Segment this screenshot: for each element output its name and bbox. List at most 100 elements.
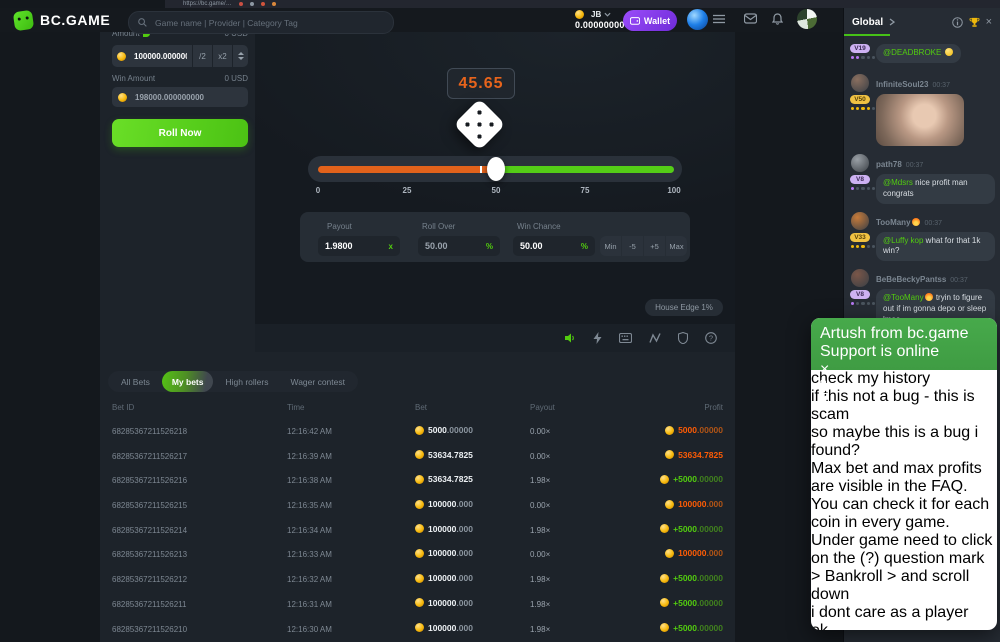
avatar[interactable] — [851, 74, 869, 92]
star-dot — [856, 56, 859, 59]
mail-icon[interactable] — [744, 13, 757, 24]
avatar[interactable] — [851, 212, 869, 230]
table-row[interactable]: 68285367211526215 12:16:35 AM 100000.000… — [100, 493, 735, 518]
chat-mention[interactable]: @Luffy kop — [883, 236, 923, 245]
volume-icon[interactable] — [564, 332, 576, 344]
chat-username[interactable]: path78 — [876, 160, 902, 169]
support-chat-header: Artush from bc.game Support is online × — [811, 318, 997, 370]
help-icon[interactable]: ? — [705, 332, 717, 344]
bet-id: 68285367211526213 — [112, 550, 187, 559]
level-stars — [851, 245, 875, 248]
trophy-icon[interactable] — [969, 17, 980, 28]
double-bet-button[interactable]: x2 — [213, 45, 232, 67]
laugh-emoji — [945, 48, 953, 56]
table-row[interactable]: 68285367211526216 12:16:38 AM 53634.7825… — [100, 468, 735, 493]
stepper-up-icon[interactable] — [238, 52, 244, 55]
coin-icon — [665, 500, 674, 509]
trends-icon[interactable] — [649, 332, 661, 344]
bet-amount-field[interactable] — [112, 45, 192, 67]
email-icon[interactable] — [820, 387, 988, 394]
bet-payout: 1.98× — [530, 526, 550, 535]
game-search[interactable] — [128, 11, 394, 34]
chat-mention[interactable]: @TooMany — [883, 293, 934, 302]
roll-result-display: 45.65 — [447, 68, 515, 99]
table-row[interactable]: 68285367211526212 12:16:32 AM 100000.000… — [100, 567, 735, 592]
chat-image-crying-baby-photo[interactable] — [876, 94, 964, 146]
user-avatar[interactable] — [687, 9, 708, 30]
browser-extension-icon[interactable] — [239, 2, 243, 6]
avatar[interactable] — [851, 269, 869, 287]
bet-profit: +5000.00000 — [660, 573, 723, 583]
tab-my-bets[interactable]: My bets — [162, 371, 214, 392]
coin-icon — [415, 524, 424, 533]
chat-mention[interactable]: @Mdsrs — [883, 178, 913, 187]
win-chance-quick-button[interactable]: Max — [666, 236, 687, 256]
avatar[interactable] — [851, 154, 869, 172]
level-stars — [851, 107, 875, 110]
tab-all-bets[interactable]: All Bets — [111, 371, 160, 392]
chat-username[interactable]: BeBeBeckyPantss — [876, 275, 946, 284]
chat-username[interactable]: TooMany — [876, 218, 921, 227]
payout-label: Payout — [327, 222, 352, 231]
bolt-icon[interactable] — [593, 332, 602, 344]
roll-now-button[interactable]: Roll Now — [112, 119, 248, 147]
bet-profit: 53634.7825 — [665, 450, 723, 460]
win-chance-quick-button[interactable]: Min — [600, 236, 621, 256]
payout-field[interactable]: x — [318, 236, 400, 256]
bet-payout: 1.98× — [530, 476, 550, 485]
bc-game-logo[interactable]: BC.GAME — [14, 11, 110, 30]
stepper-down-icon[interactable] — [238, 57, 244, 60]
browser-extension-icon[interactable] — [261, 2, 265, 6]
win-chance-input[interactable] — [520, 241, 581, 251]
chat-room-title[interactable]: Global — [852, 17, 883, 28]
roll-over-input[interactable] — [425, 241, 486, 251]
bet-id: 68285367211526215 — [112, 501, 187, 510]
browser-extension-icon[interactable] — [272, 2, 276, 6]
level-badge: V8 — [850, 290, 870, 299]
menu-icon[interactable] — [713, 14, 725, 24]
bet-amount: 100000.000 — [415, 524, 473, 534]
chat-timestamp: 00:37 — [932, 82, 950, 89]
chevron-right-icon[interactable] — [889, 18, 895, 26]
info-icon[interactable] — [952, 17, 963, 28]
wallet-button[interactable]: Wallet — [623, 10, 677, 31]
fairness-shield-icon[interactable] — [678, 332, 688, 344]
bonus-spin-avatar[interactable] — [797, 9, 817, 29]
chat-username[interactable]: InfiniteSoul23 — [876, 80, 928, 89]
telegram-icon[interactable] — [820, 394, 988, 403]
win-amount-input[interactable] — [135, 93, 242, 102]
tab-high-rollers[interactable]: High rollers — [215, 371, 278, 392]
tab-wager-contest[interactable]: Wager contest — [280, 371, 355, 392]
roll-result-marker — [480, 166, 482, 173]
win-chance-quick-button[interactable]: +5 — [644, 236, 665, 256]
table-row[interactable]: 68285367211526213 12:16:33 AM 100000.000… — [100, 542, 735, 567]
hotkeys-icon[interactable] — [619, 333, 632, 343]
roll-over-field[interactable]: % — [418, 236, 500, 256]
payout-input[interactable] — [325, 241, 389, 251]
search-icon[interactable] — [820, 379, 988, 387]
win-chance-field[interactable]: % — [513, 236, 595, 256]
close-icon[interactable]: × — [820, 361, 829, 378]
bell-icon[interactable] — [772, 13, 783, 25]
fire-emoji — [925, 293, 933, 301]
half-bet-button[interactable]: /2 — [193, 45, 212, 67]
slider-handle[interactable] — [487, 157, 505, 181]
table-row[interactable]: 68285367211526210 12:16:30 AM 100000.000… — [100, 617, 735, 642]
chat-bubble: @DEADBROKE — [876, 44, 961, 63]
table-row[interactable]: 68285367211526211 12:16:31 AM 100000.000… — [100, 592, 735, 617]
search-input[interactable] — [153, 17, 384, 29]
table-row[interactable]: 68285367211526218 12:16:42 AM 5000.00000… — [100, 419, 735, 444]
coin-icon — [660, 524, 669, 533]
win-chance-quick-button[interactable]: -5 — [622, 236, 643, 256]
chat-mention[interactable]: @DEADBROKE — [883, 48, 941, 57]
table-row[interactable]: 68285367211526217 12:16:39 AM 53634.7825… — [100, 444, 735, 469]
close-icon[interactable]: × — [986, 17, 992, 28]
amount-stepper[interactable] — [233, 45, 248, 67]
support-agent-bubble: Max bet and max profits are visible in t… — [811, 460, 997, 604]
table-row[interactable]: 68285367211526214 12:16:34 AM 100000.000… — [100, 518, 735, 543]
bet-amount-input[interactable] — [134, 52, 187, 61]
browser-url-strip: https://bc.game/… — [165, 0, 1000, 8]
chat-timestamp: 00:37 — [925, 220, 943, 227]
coin-icon — [665, 426, 674, 435]
browser-extension-icon[interactable] — [250, 2, 254, 6]
